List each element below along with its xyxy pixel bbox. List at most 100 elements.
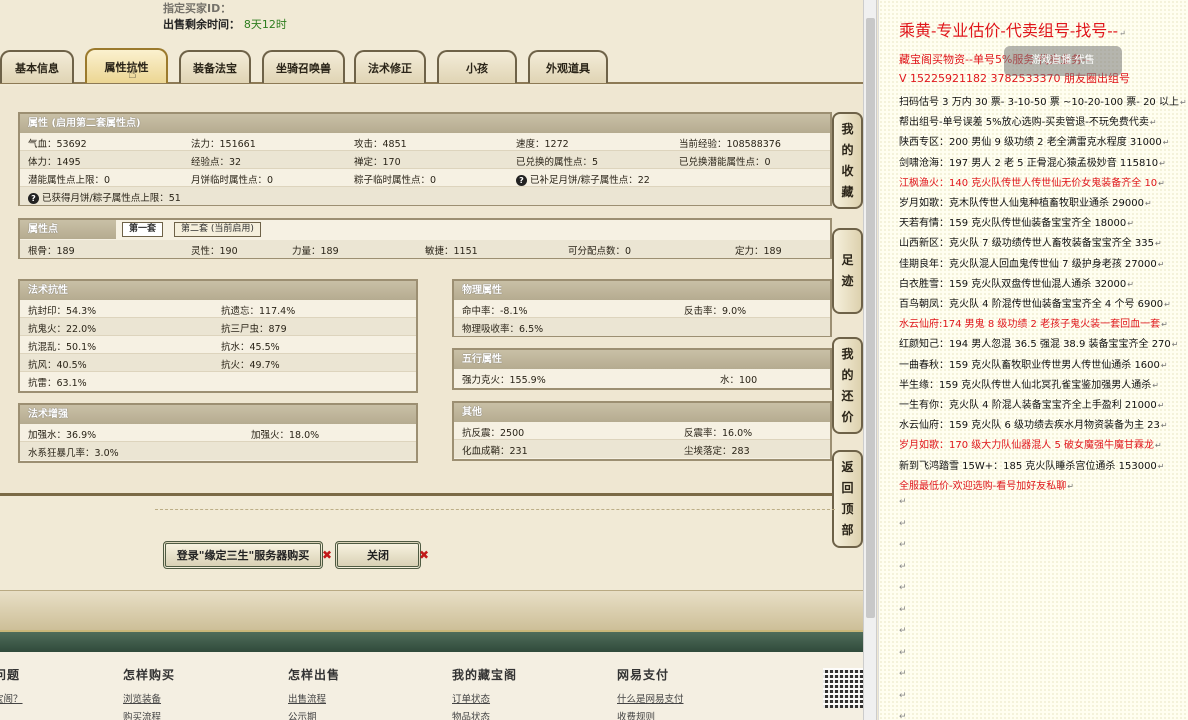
attr-exchanged-points: 已兑换的属性点：5	[516, 157, 599, 168]
my-favorites-button[interactable]: 我的收藏	[832, 112, 863, 209]
footer-link[interactable]: 订单状态	[452, 691, 517, 705]
resist-row: 抗鬼火：22.0% 抗三尸虫：879	[20, 318, 416, 336]
attributes-row: ? 已获得月饼/粽子属性点上限：51	[20, 187, 830, 205]
tab-equipment[interactable]: 装备法宝	[179, 50, 251, 83]
phys-absorb-rate: 物理吸收率：6.5%	[462, 324, 544, 335]
buyer-id-label: 指定买家ID：	[163, 2, 232, 15]
element-water: 水：100	[720, 375, 758, 386]
help-icon[interactable]: ?	[28, 193, 39, 204]
footer-link[interactable]: 公示期	[288, 709, 340, 720]
footer-col-my: 我的藏宝阁 订单状态 物品状态	[452, 666, 517, 720]
footer-col-buy: 怎样购买 浏览装备 购买流程	[123, 666, 175, 720]
close-icon: ✖	[419, 548, 430, 562]
footer-link[interactable]: 出售流程	[288, 691, 340, 705]
resist-wind: 抗风：40.5%	[28, 360, 87, 371]
attr-zongzi-temp: 粽子临时属性点：0	[354, 175, 437, 186]
doc-line: 剑啸沧海：197 男人 2 老 5 正骨混心猿孟极妙音 115810↵	[899, 157, 1166, 169]
point-allocatable: 可分配点数：0	[568, 246, 632, 257]
doc-empty-line: ↵	[899, 604, 907, 615]
resist-chaos: 抗混乱：50.1%	[28, 342, 97, 353]
attr-experience: 当前经验：108588376	[679, 139, 781, 150]
my-bids-button[interactable]: 我的还价	[832, 337, 863, 434]
doc-line: 江枫渔火：140 克火队传世人传世仙无价女鬼装备齐全 10↵	[899, 177, 1165, 189]
text-document: 乘黄-专业估价-代卖组号-找号--↵ 藏宝阁买物资--单号5%服务 代卖业务--…	[878, 0, 1188, 720]
attributes-title: 属性 (启用第二套属性点)	[20, 114, 830, 133]
attr-points-limit: ? 已获得月饼/粽子属性点上限：51	[28, 190, 181, 204]
enhance-row: 水系狂暴几率：3.0%	[20, 442, 416, 460]
footprints-button[interactable]: 足迹	[832, 228, 863, 314]
anti-counter: 抗反震：2500	[462, 428, 525, 439]
sale-time-value: 8天12时	[243, 18, 287, 31]
qr-code-icon	[823, 668, 863, 708]
element-fire-counter: 强力克火：155.9%	[462, 375, 546, 386]
phys-hit-rate: 命中率：-8.1%	[462, 306, 528, 317]
spell-resist-panel: 法术抗性 抗封印：54.3% 抗遗忘：117.4% 抗鬼火：22.0% 抗三尸虫…	[18, 279, 418, 393]
resist-row: 抗混乱：50.1% 抗水：45.5%	[20, 336, 416, 354]
page-scrollbar[interactable]	[863, 0, 877, 720]
spell-enhance-title: 法术增强	[20, 405, 416, 424]
five-elements-panel: 五行属性 强力克火：155.9% 水：100	[452, 348, 832, 390]
doc-line: 山西新区：克火队 7 级功绩传世人畜牧装备宝宝齐全 335↵	[899, 238, 1162, 250]
point-constitution: 根骨：189	[28, 246, 75, 257]
attr-attack: 攻击：4851	[354, 139, 407, 150]
attr-speed: 速度：1272	[516, 139, 569, 150]
footer-link[interactable]: 物品状态	[452, 709, 517, 720]
footer-link[interactable]: 购买流程	[123, 709, 175, 720]
attributes-row: 潜能属性点上限：0 月饼临时属性点：0 粽子临时属性点：0 ? 已补足月饼/粽子属…	[20, 169, 830, 187]
water-crit-rate: 水系狂暴几率：3.0%	[28, 448, 119, 459]
footer-link[interactable]: 浏览装备	[123, 691, 175, 705]
back-to-top-button[interactable]: 返回顶部	[832, 450, 863, 548]
enhance-row: 加强水：36.9% 加强火：18.0%	[20, 424, 416, 442]
doc-line: 一曲春秋：159 克火队畜牧职业传世男人传世仙通杀 1600↵	[899, 359, 1168, 371]
tab-basic-info[interactable]: 基本信息	[0, 50, 74, 83]
decorative-band	[0, 590, 863, 630]
doc-empty-line: ↵	[899, 561, 907, 572]
other-row: 抗反震：2500 反震率：16.0%	[454, 422, 830, 440]
doc-empty-line: ↵	[899, 540, 907, 550]
resist-water: 抗水：45.5%	[221, 342, 280, 353]
tab-appearance-items[interactable]: 外观道具	[528, 50, 608, 83]
tab-attributes-resist[interactable]: 属性抗性	[85, 48, 168, 83]
watermark: 游戏直播 代售	[1004, 46, 1122, 76]
doc-title: 乘黄-专业估价-代卖组号-找号--↵	[899, 21, 1126, 40]
doc-line: 新到飞鸿踏雪 15W+：185 克火队睡杀宫位通杀 153000↵	[899, 460, 1165, 472]
attributes-row: 气血：53692 法力：151661 攻击：4851 速度：1272 当前经验：…	[20, 133, 830, 151]
footer-link[interactable]: 收费规则	[617, 709, 684, 720]
footer-link[interactable]: 宝阁？	[0, 691, 23, 705]
doc-line: 佳期良年：克火队混人回血鬼传世仙 7 级护身老孩 27000↵	[899, 258, 1165, 270]
other-panel: 其他 抗反震：2500 反震率：16.0% 化血成鞘：231 尘埃落定：283	[452, 401, 832, 461]
scrollbar-thumb[interactable]	[866, 18, 875, 618]
phys-counter-rate: 反击率：9.0%	[684, 306, 747, 317]
tab-spell-modifiers[interactable]: 法术修正	[354, 50, 426, 83]
resist-ghostfire: 抗鬼火：22.0%	[28, 324, 97, 335]
counter-rate: 反震率：16.0%	[684, 428, 753, 439]
other-title: 其他	[454, 403, 830, 422]
doc-line: 水云仙府:174 男鬼 8 级功绩 2 老孩子鬼火装一套回血一套↵	[899, 319, 1168, 331]
doc-empty-line: ↵	[899, 712, 907, 720]
footer-divider-bar	[0, 630, 863, 652]
login-buy-button[interactable]: 登录"缘定三生"服务器购买	[163, 541, 323, 569]
footer-link[interactable]: 什么是网易支付	[617, 691, 684, 705]
attr-mooncake-temp: 月饼临时属性点：0	[191, 175, 274, 186]
doc-empty-line: ↵	[899, 669, 907, 679]
resist-corpse-worm: 抗三尸虫：879	[221, 324, 287, 335]
footer-col-pay: 网易支付 什么是网易支付 收费规则	[617, 666, 684, 720]
physical-row: 物理吸收率：6.5%	[454, 318, 830, 336]
mouse-cursor-icon: ☝	[128, 66, 137, 82]
help-icon[interactable]: ?	[516, 175, 527, 186]
attr-hp: 气血：53692	[28, 139, 87, 150]
physical-title: 物理属性	[454, 281, 830, 300]
doc-empty-line: ↵	[899, 647, 907, 658]
five-elements-row: 强力克火：155.9% 水：100	[454, 369, 830, 387]
spell-enhance-panel: 法术增强 加强水：36.9% 加强火：18.0% 水系狂暴几率：3.0%	[18, 403, 418, 463]
close-button[interactable]: 关闭	[335, 541, 421, 569]
dust-settled: 尘埃落定：283	[684, 446, 750, 457]
five-elements-title: 五行属性	[454, 350, 830, 369]
points-set-1-tab[interactable]: 第一套	[122, 222, 164, 237]
tab-mounts-summons[interactable]: 坐骑召唤兽	[262, 50, 345, 83]
doc-line: 扫码估号 3 万内 30 票- 3-10-50 票 ~10-20-100 票- …	[899, 97, 1187, 108]
tab-children[interactable]: 小孩	[437, 50, 517, 83]
resist-seal: 抗封印：54.3%	[28, 306, 97, 317]
points-set-2-tab[interactable]: 第二套 (当前启用)	[174, 222, 261, 237]
attributes-panel: 属性 (启用第二套属性点) 气血：53692 法力：151661 攻击：4851…	[18, 112, 832, 206]
